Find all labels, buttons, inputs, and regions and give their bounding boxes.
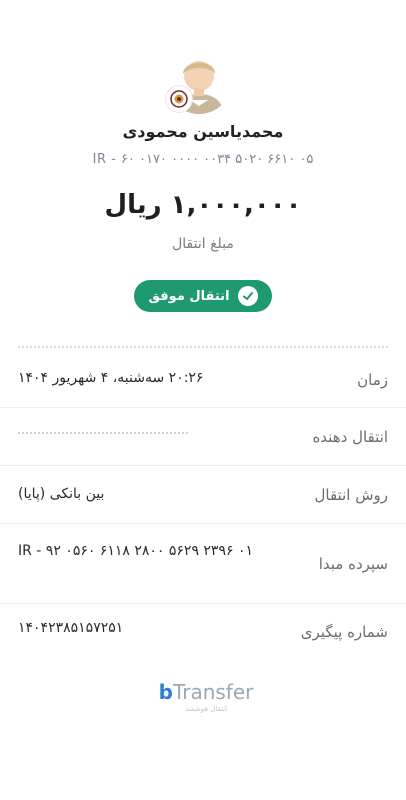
details-list: زمان ۲۰:۲۶ سه‌شنبه، ۴ شهریور ۱۴۰۴ انتقال… [0, 352, 406, 660]
detail-value-tracking: ۱۴۰۴۲۳۸۵۱۵۷۲۵۱ [18, 620, 124, 636]
status-badge: انتقال موفق [134, 280, 272, 312]
detail-row-source: سپرده مبدا IR - ۹۲ ۰۵۶۰ ۶۱۱۸ ۲۸۰۰ ۵۶۲۹ ۲… [0, 524, 406, 604]
logo-brand: bTransfer [156, 680, 256, 704]
recipient-avatar-group [166, 48, 236, 118]
check-circle-icon [237, 286, 258, 306]
detail-value-time: ۲۰:۲۶ سه‌شنبه، ۴ شهریور ۱۴۰۴ [18, 370, 204, 386]
detail-value-sender-masked [18, 432, 188, 435]
logo-subtitle: انتقال هوشمند [185, 705, 227, 713]
detail-row-sender: انتقال دهنده [0, 408, 406, 466]
recipient-iban: IR - ۶۰ ۰۱۷۰ ۰۰۰۰ ۰۰۳۴ ۵۰۲۰ ۶۶۱۰ ۰۵ [92, 152, 314, 167]
detail-row-method: روش انتقال بین بانکی (پایا) [0, 466, 406, 524]
detail-label-sender: انتقال دهنده [312, 427, 388, 446]
status-text: انتقال موفق [148, 288, 230, 304]
detail-row-tracking: شماره پیگیری ۱۴۰۴۲۳۸۵۱۵۷۲۵۱ [0, 604, 406, 660]
btransfer-logo: bTransfer انتقال هوشمند [156, 680, 256, 724]
logo-brand-rest: Transfer [172, 680, 254, 704]
detail-value-source: IR - ۹۲ ۰۵۶۰ ۶۱۱۸ ۲۸۰۰ ۵۶۲۹ ۲۳۹۶ ۰۱ [18, 543, 253, 559]
detail-value-method: بین بانکی (پایا) [18, 486, 105, 502]
detail-label-source: سپرده مبدا [318, 554, 388, 573]
transfer-amount: ۱,۰۰۰,۰۰۰ ریال [104, 190, 302, 220]
detail-label-method: روش انتقال [314, 485, 389, 504]
detail-label-time: زمان [357, 370, 388, 389]
dotted-divider [18, 346, 388, 348]
logo-brand-b: b [158, 680, 173, 704]
transfer-amount-label: مبلغ انتقال [172, 236, 234, 252]
bank-logo-icon [166, 86, 192, 112]
recipient-name: محمدیاسین محمودی [122, 122, 284, 141]
detail-row-time: زمان ۲۰:۲۶ سه‌شنبه، ۴ شهریور ۱۴۰۴ [0, 352, 406, 408]
detail-label-tracking: شماره پیگیری [300, 623, 388, 641]
